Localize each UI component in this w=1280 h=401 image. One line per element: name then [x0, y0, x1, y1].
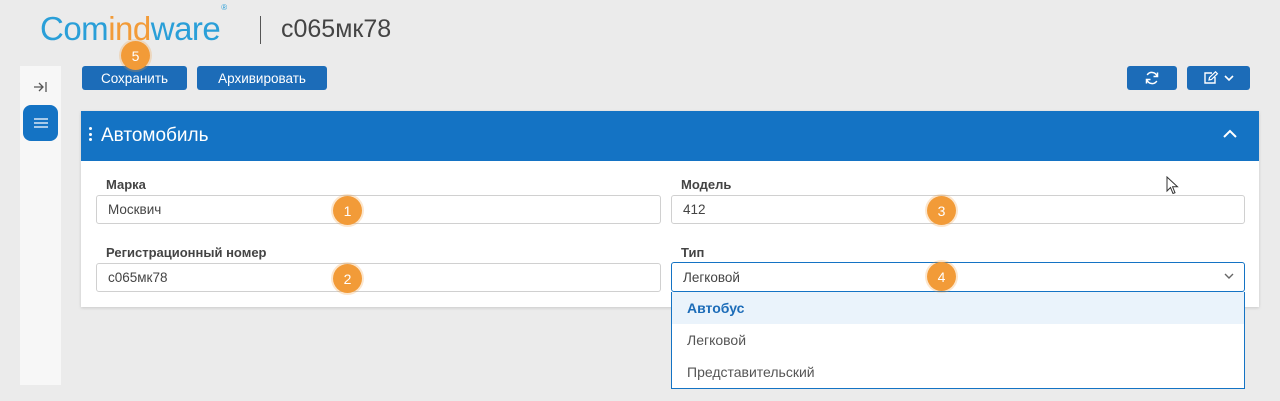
edit-icon [1203, 71, 1218, 84]
menu-icon [33, 118, 48, 128]
model-input[interactable]: 412 [671, 195, 1245, 224]
annotation-badge-1: 1 [333, 196, 362, 225]
collapse-icon [33, 82, 47, 92]
reg-number-label: Регистрационный номер [106, 245, 267, 260]
left-rail [20, 66, 61, 385]
annotation-badge-4: 4 [927, 262, 956, 291]
reg-number-input[interactable]: c065мк78 [96, 263, 661, 292]
annotation-badge-5: 5 [121, 41, 150, 70]
logo-registered-mark: ® [221, 3, 227, 12]
annotation-badge-3: 3 [927, 196, 956, 225]
panel-title: Автомобиль [101, 125, 209, 146]
type-label: Тип [681, 245, 705, 260]
model-label: Модель [681, 177, 732, 192]
annotation-badge-2: 2 [333, 264, 362, 293]
mouse-cursor-icon [1166, 176, 1179, 195]
edit-menu-button[interactable] [1187, 66, 1250, 90]
brand-input[interactable]: Москвич [96, 195, 661, 224]
type-select[interactable]: Легковой [671, 262, 1245, 292]
chevron-down-icon [1223, 75, 1234, 82]
type-dropdown-list: Автобус Легковой Представительский [671, 292, 1245, 389]
type-option-bus[interactable]: Автобус [672, 292, 1244, 324]
logo-part-3: ware [150, 10, 221, 47]
record-title: c065мк78 [281, 15, 392, 43]
brand-label: Марка [106, 177, 146, 192]
collapse-sidebar-button[interactable] [20, 72, 61, 102]
refresh-icon [1145, 71, 1159, 85]
chevron-up-icon[interactable] [1222, 128, 1238, 140]
type-option-passenger[interactable]: Легковой [672, 324, 1244, 356]
chevron-down-icon [1224, 273, 1234, 279]
refresh-button[interactable] [1127, 66, 1177, 90]
panel-header[interactable]: Автомобиль [81, 111, 1259, 161]
logo-part-1: Com [40, 10, 109, 47]
archive-button[interactable]: Архивировать [197, 66, 327, 90]
app-header: Comindware® c065мк78 [0, 0, 1280, 62]
type-option-executive[interactable]: Представительский [672, 356, 1244, 388]
type-select-value: Легковой [683, 269, 740, 285]
header-divider [260, 16, 261, 44]
menu-button[interactable] [23, 105, 58, 141]
drag-handle-icon[interactable] [89, 127, 93, 144]
